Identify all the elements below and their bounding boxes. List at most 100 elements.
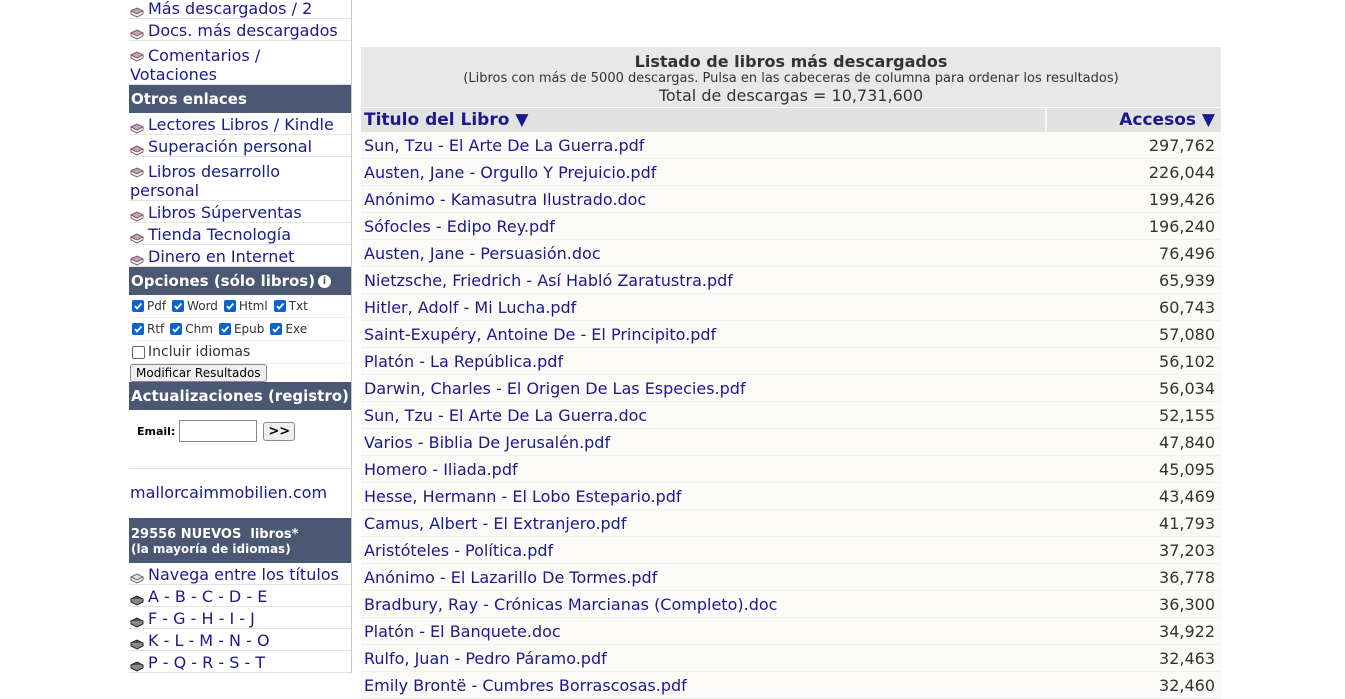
sidebar-link-dinero[interactable]: Dinero en Internet (129, 245, 351, 267)
info-icon[interactable]: i (318, 274, 331, 288)
book-icon (129, 141, 145, 156)
options-panel: Pdf Word Html Txt Rtf Chm Epub Exe Inclu… (129, 295, 351, 382)
sidebar-link-tienda[interactable]: Tienda Tecnología (129, 223, 351, 245)
checkbox-checked-icon[interactable] (270, 323, 283, 335)
checkbox-checked-icon[interactable] (132, 300, 144, 312)
checkbox-checked-icon[interactable] (172, 300, 185, 312)
checkbox-checked-icon[interactable] (273, 300, 286, 312)
book-title-link[interactable]: Hesse, Hermann - El Lobo Estepario.pdf (361, 487, 1045, 506)
format-option[interactable]: Word (172, 299, 218, 313)
sidebar-link-label: Dinero en Internet (148, 247, 295, 266)
books-icon (129, 635, 145, 650)
table-row: Hesse, Hermann - El Lobo Estepario.pdf 43… (361, 483, 1221, 510)
sidebar-link-navega[interactable]: Navega entre los títulos (129, 563, 351, 585)
format-label: Epub (233, 322, 265, 336)
format-option[interactable]: Html (223, 299, 268, 313)
format-label: Word (187, 299, 218, 313)
checkbox-checked-icon[interactable] (132, 323, 144, 335)
checkbox-checked-icon[interactable] (170, 323, 183, 335)
sidebar-link-label: Libros desarrollo personal (130, 162, 281, 200)
format-label: Exe (285, 322, 308, 336)
download-count: 76,496 (1159, 243, 1215, 263)
download-count: 226,044 (1148, 162, 1215, 182)
checkbox-unchecked-icon[interactable] (132, 345, 145, 359)
format-option[interactable]: Txt (273, 299, 308, 313)
sidebar-link-letters-p-t[interactable]: P - Q - R - S - T (129, 651, 351, 673)
book-icon (129, 25, 145, 40)
formats-row-2: Rtf Chm Epub Exe (129, 318, 351, 341)
sidebar-link-label: F - G - H - I - J (148, 609, 255, 628)
sort-by-accesos-header[interactable]: Accesos ▼ (1047, 108, 1221, 132)
checkbox-checked-icon[interactable] (223, 300, 236, 312)
modificar-resultados-button[interactable]: Modificar Resultados (130, 364, 267, 382)
format-option[interactable]: Chm (170, 322, 213, 336)
incluir-idiomas-checkbox[interactable]: Incluir idiomas (132, 344, 250, 360)
sort-by-title-header[interactable]: Titulo del Libro ▼ (361, 108, 1047, 132)
email-label: Email: (137, 424, 176, 438)
sidebar-link-mas-descargados[interactable]: Más descargados / 2 (129, 0, 351, 19)
book-title-link[interactable]: Sun, Tzu - El Arte De La Guerra.pdf (361, 136, 1045, 155)
book-title-link[interactable]: Rulfo, Juan - Pedro Páramo.pdf (361, 649, 1045, 668)
page-subtitle: (Libros con más de 5000 descargas. Pulsa… (463, 71, 1119, 86)
sidebar-link-superacion[interactable]: Superación personal (129, 135, 351, 157)
book-title-link[interactable]: Austen, Jane - Orgullo Y Prejuicio.pdf (361, 163, 1045, 182)
sidebar-link-comentarios[interactable]: Comentarios / Votaciones (129, 41, 351, 85)
book-title-link[interactable]: Varios - Biblia De Jerusalén.pdf (361, 433, 1045, 452)
book-title-link[interactable]: Homero - Iliada.pdf (361, 460, 1045, 479)
book-title-link[interactable]: Bradbury, Ray - Crónicas Marcianas (Comp… (361, 595, 1045, 614)
download-count: 37,203 (1159, 540, 1215, 560)
sidebar-link-label: P - Q - R - S - T (148, 653, 266, 672)
table-row: Anónimo - Kamasutra Ilustrado.doc 199,426 (361, 186, 1221, 213)
email-submit-button[interactable]: >> (263, 421, 296, 441)
book-title-link[interactable]: Hitler, Adolf - Mi Lucha.pdf (361, 298, 1045, 317)
book-icon (129, 47, 145, 62)
otros-enlaces-heading: Otros enlaces (129, 85, 351, 113)
book-title-link[interactable]: Sófocles - Edipo Rey.pdf (361, 217, 1045, 236)
book-title-link[interactable]: Platón - El Banquete.doc (361, 622, 1045, 641)
sidebar-link-docs-descargados[interactable]: Docs. más descargados (129, 19, 351, 41)
book-title-link[interactable]: Camus, Albert - El Extranjero.pdf (361, 514, 1045, 533)
sidebar-link-label: Navega entre los títulos (148, 565, 339, 584)
sidebar-link-letters-f-j[interactable]: F - G - H - I - J (129, 607, 351, 629)
formats-row-1: Pdf Word Html Txt (129, 295, 351, 318)
book-title-link[interactable]: Emily Brontë - Cumbres Borrascosas.pdf (361, 676, 1045, 695)
format-option[interactable]: Exe (270, 322, 307, 336)
book-title-link[interactable]: Nietzsche, Friedrich - Así Habló Zaratus… (361, 271, 1045, 290)
table-header-box: Listado de libros más descargados (Libro… (361, 47, 1221, 107)
book-icon (129, 163, 145, 178)
download-count: 199,426 (1148, 189, 1215, 209)
book-icon (129, 229, 145, 244)
book-title-link[interactable]: Platón - La República.pdf (361, 352, 1045, 371)
download-count: 60,743 (1159, 297, 1215, 317)
checkbox-checked-icon[interactable] (218, 323, 231, 335)
book-title-link[interactable]: Saint-Exupéry, Antoine De - El Principit… (361, 325, 1045, 344)
sidebar-link-label: Lectores Libros / Kindle (148, 115, 334, 134)
sidebar-link-lectores[interactable]: Lectores Libros / Kindle (129, 113, 351, 135)
format-label: Chm (185, 322, 213, 336)
book-icon (129, 251, 145, 266)
download-count: 52,155 (1159, 405, 1215, 425)
sidebar-link-label: Comentarios / Votaciones (130, 46, 261, 84)
book-title-link[interactable]: Sun, Tzu - El Arte De La Guerra.doc (361, 406, 1045, 425)
format-option[interactable]: Rtf (132, 322, 164, 336)
sidebar-link-label: Más descargados / 2 (148, 0, 313, 18)
book-title-link[interactable]: Austen, Jane - Persuasión.doc (361, 244, 1045, 263)
table-body: Sun, Tzu - El Arte De La Guerra.pdf 297,7… (361, 132, 1221, 699)
books-icon (129, 657, 145, 672)
download-count: 297,762 (1148, 135, 1215, 155)
sidebar-link-letters-k-o[interactable]: K - L - M - N - O (129, 629, 351, 651)
sidebar-link-superventas[interactable]: Libros Súperventas (129, 201, 351, 223)
download-count: 196,240 (1148, 216, 1215, 236)
domain-link[interactable]: mallorcaimmobilien.com (129, 469, 351, 518)
books-icon (129, 591, 145, 606)
book-title-link[interactable]: Anónimo - Kamasutra Ilustrado.doc (361, 190, 1045, 209)
email-input[interactable] (179, 420, 258, 442)
format-option[interactable]: Epub (218, 322, 265, 336)
sidebar-link-desarrollo[interactable]: Libros desarrollo personal (129, 157, 351, 201)
book-title-link[interactable]: Darwin, Charles - El Origen De Las Espec… (361, 379, 1045, 398)
sidebar-link-letters-a-e[interactable]: A - B - C - D - E (129, 585, 351, 607)
format-option[interactable]: Pdf (132, 299, 166, 313)
opciones-heading: Opciones (sólo libros) i (129, 267, 351, 295)
book-title-link[interactable]: Aristóteles - Política.pdf (361, 541, 1045, 560)
book-title-link[interactable]: Anónimo - El Lazarillo De Tormes.pdf (361, 568, 1045, 587)
